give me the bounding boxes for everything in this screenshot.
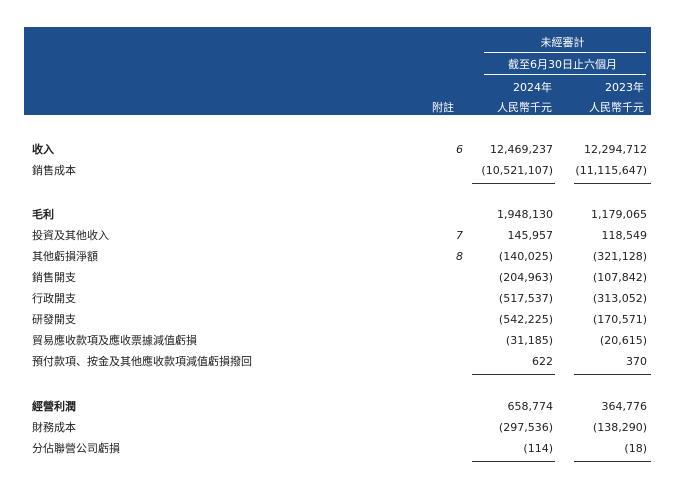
- row-label: 財務成本: [32, 421, 76, 434]
- table-row: 收入 6 12,469,237 12,294,712: [24, 140, 651, 160]
- table-row: 分佔聯營公司虧損 (114) (18): [24, 439, 651, 459]
- table-row: 銷售開支 (204,963) (107,842): [24, 268, 651, 288]
- value-2023: (170,571): [592, 313, 647, 326]
- table-header: 未經審計 截至6月30日止六個月 2024年 2023年 附註 人民幣千元 人民…: [24, 27, 651, 115]
- value-2024: (204,963): [498, 271, 553, 284]
- row-label: 銷售開支: [32, 271, 76, 284]
- year-2024-header: 2024年: [513, 81, 552, 94]
- row-label: 分佔聯營公司虧損: [32, 442, 120, 455]
- table-row: 投資及其他收入 7 145,957 118,549: [24, 226, 651, 246]
- table-row: 其他虧損淨額 8 (140,025) (321,128): [24, 247, 651, 267]
- value-2023: 12,294,712: [584, 143, 647, 156]
- value-2024: (10,521,107): [481, 164, 553, 177]
- row-label: 其他虧損淨額: [32, 250, 98, 263]
- subtotal-underline: [472, 374, 555, 375]
- value-2024: 1,948,130: [497, 208, 553, 221]
- value-2024: (297,536): [498, 421, 553, 434]
- table-row: 貿易應收款項及應收票據減值虧損 (31,185) (20,615): [24, 331, 651, 351]
- subtotal-underline: [472, 461, 555, 462]
- table-row: 銷售成本 (10,521,107) (11,115,647): [24, 161, 651, 181]
- row-label: 銷售成本: [32, 164, 76, 177]
- value-2023: (11,115,647): [575, 164, 647, 177]
- value-2023: 370: [626, 355, 647, 368]
- note-column-header: 附註: [432, 101, 454, 114]
- value-2023: (18): [624, 442, 647, 455]
- value-2023: (313,052): [592, 292, 647, 305]
- year-2023-header: 2023年: [605, 81, 644, 94]
- value-2024: (542,225): [498, 313, 553, 326]
- subtotal-underline: [472, 183, 555, 184]
- value-2023: (20,615): [599, 334, 647, 347]
- row-label: 毛利: [32, 208, 54, 221]
- unaudited-label: 未經審計: [540, 36, 585, 49]
- subtotal-underline: [574, 183, 651, 184]
- value-2023: 364,776: [601, 400, 648, 413]
- table-row: 行政開支 (517,537) (313,052): [24, 289, 651, 309]
- subtotal-underline: [574, 461, 651, 462]
- row-label: 研發開支: [32, 313, 76, 326]
- row-label: 經營利潤: [32, 400, 76, 413]
- table-row: 經營利潤 658,774 364,776: [24, 397, 651, 417]
- row-label: 投資及其他收入: [32, 229, 109, 242]
- value-2024: (31,185): [505, 334, 553, 347]
- row-label: 收入: [32, 143, 54, 156]
- value-2024: 622: [532, 355, 553, 368]
- currency-2024-header: 人民幣千元: [497, 101, 552, 114]
- value-2023: (138,290): [592, 421, 647, 434]
- currency-2023-header: 人民幣千元: [589, 101, 644, 114]
- value-2023: 1,179,065: [591, 208, 647, 221]
- row-label: 貿易應收款項及應收票據減值虧損: [32, 334, 197, 347]
- value-2023: (321,128): [592, 250, 647, 263]
- value-2023: 118,549: [601, 229, 648, 242]
- value-2024: (140,025): [498, 250, 553, 263]
- value-2024: 12,469,237: [490, 143, 553, 156]
- value-2024: 658,774: [507, 400, 554, 413]
- table-row: 預付款項、按金及其他應收款項減值虧損撥回 622 370: [24, 352, 651, 372]
- row-label: 行政開支: [32, 292, 76, 305]
- header-divider: [484, 74, 646, 75]
- header-divider: [484, 52, 646, 53]
- value-2024: (517,537): [498, 292, 553, 305]
- period-label: 截至6月30日止六個月: [508, 58, 617, 71]
- table-row: 財務成本 (297,536) (138,290): [24, 418, 651, 438]
- row-label: 預付款項、按金及其他應收款項減值虧損撥回: [32, 355, 252, 368]
- value-2023: (107,842): [592, 271, 647, 284]
- subtotal-underline: [574, 374, 651, 375]
- table-row: 研發開支 (542,225) (170,571): [24, 310, 651, 330]
- value-2024: (114): [523, 442, 553, 455]
- value-2024: 145,957: [507, 229, 554, 242]
- table-row: 毛利 1,948,130 1,179,065: [24, 205, 651, 225]
